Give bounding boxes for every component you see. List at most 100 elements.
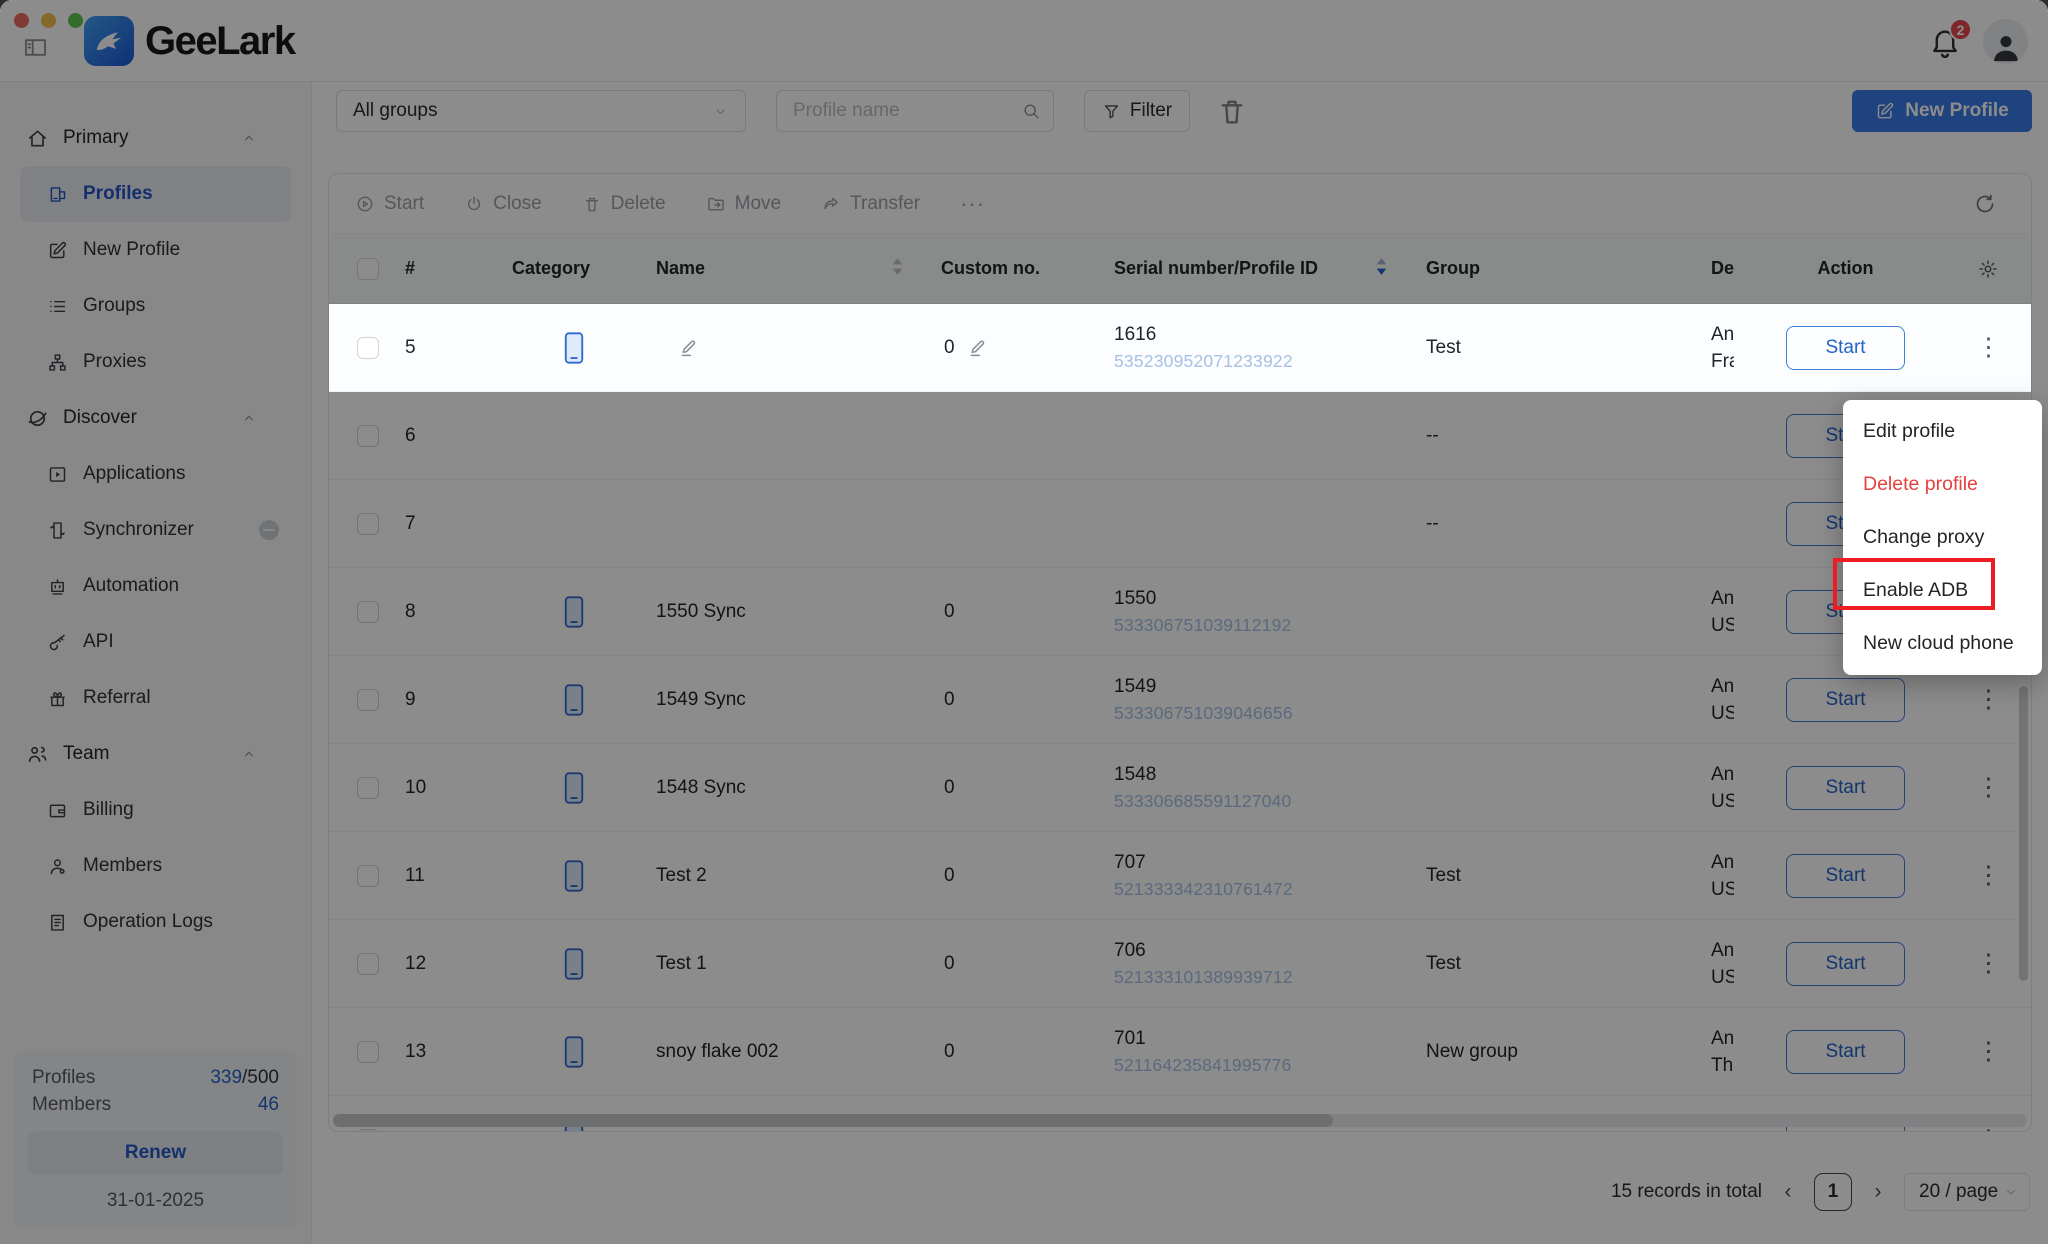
table-settings-gear-icon[interactable] <box>1977 258 1999 280</box>
sidebar-item-operation-logs[interactable]: Operation Logs <box>20 894 291 950</box>
table-row[interactable]: 12 Test 1 0 706521333101389939712 Test A… <box>329 920 2031 1008</box>
bulk-action-label: Delete <box>611 193 666 215</box>
start-button[interactable]: Start <box>1786 678 1905 722</box>
row-more-icon[interactable]: ⋮ <box>1976 1039 2001 1064</box>
sidebar-item-proxies[interactable]: Proxies <box>20 334 291 390</box>
table-row[interactable]: 5 0 1616535230952071233922 Test AnFra St… <box>329 304 2031 392</box>
menu-item-edit-profile[interactable]: Edit profile <box>1843 405 2042 458</box>
sidebar-item-automation[interactable]: Automation <box>20 558 291 614</box>
table-row[interactable]: 13 snoy flake 002 0 70152116423584199577… <box>329 1008 2031 1096</box>
table-row[interactable]: 7 -- Start ⋮ <box>329 480 2031 568</box>
profile-id: 521333101389939712 <box>1114 964 1293 991</box>
menu-item-change-proxy[interactable]: Change proxy <box>1843 511 2042 564</box>
cloud-phone-icon <box>563 683 585 717</box>
bulk-action-start[interactable]: Start <box>355 193 424 215</box>
table-row[interactable]: 10 1548 Sync 0 1548533306685591127040 An… <box>329 744 2031 832</box>
table-row[interactable]: 6 -- Start ⋮ <box>329 392 2031 480</box>
next-page-icon[interactable]: › <box>1869 1180 1887 1204</box>
row-more-icon[interactable]: ⋮ <box>1976 775 2001 800</box>
bulk-action-move[interactable]: Move <box>706 193 781 215</box>
table-row[interactable]: 8 1550 Sync 0 1550533306751039112192 AnU… <box>329 568 2031 656</box>
row-more-icon[interactable]: ⋮ <box>1976 863 2001 888</box>
row-checkbox[interactable] <box>357 1041 379 1063</box>
row-more-icon[interactable]: ⋮ <box>1976 335 2001 360</box>
sidebar-item-groups[interactable]: Groups <box>20 278 291 334</box>
notifications-bell-icon[interactable]: 2 <box>1928 26 1962 60</box>
row-checkbox[interactable] <box>357 865 379 887</box>
row-checkbox[interactable] <box>357 601 379 623</box>
profile-search-input[interactable] <box>793 100 1021 122</box>
row-checkbox[interactable] <box>357 1129 379 1133</box>
row-checkbox[interactable] <box>357 953 379 975</box>
bulk-action-delete[interactable]: Delete <box>582 193 666 215</box>
menu-item-enable-adb[interactable]: Enable ADB <box>1843 564 2042 617</box>
start-button[interactable]: Start <box>1786 766 1905 810</box>
column-number[interactable]: # <box>401 258 506 279</box>
filter-button[interactable]: Filter <box>1084 90 1190 132</box>
group-filter-select[interactable]: All groups <box>336 90 746 132</box>
start-button[interactable]: Start <box>1786 854 1905 898</box>
row-checkbox[interactable] <box>357 513 379 535</box>
current-page[interactable]: 1 <box>1814 1173 1852 1211</box>
device-info-clipped <box>1701 392 1734 479</box>
select-all-checkbox[interactable] <box>357 258 379 280</box>
new-profile-button[interactable]: New Profile <box>1852 90 2032 132</box>
sidebar-section-primary[interactable]: Primary <box>0 110 311 166</box>
column-name[interactable]: Name <box>641 256 926 282</box>
row-checkbox[interactable] <box>357 689 379 711</box>
edit-square-icon <box>1875 101 1895 121</box>
row-more-icon[interactable]: ⋮ <box>1976 951 2001 976</box>
sort-icon-active-desc[interactable] <box>1375 256 1388 282</box>
start-button[interactable]: Start <box>1786 942 1905 986</box>
menu-item-new-cloud-phone[interactable]: New cloud phone <box>1843 617 2042 670</box>
horizontal-scrollbar[interactable] <box>333 1114 2027 1127</box>
sidebar-item-label: New Profile <box>83 239 180 261</box>
start-button[interactable]: Start <box>1786 326 1905 370</box>
column-group[interactable]: Group <box>1406 258 1701 279</box>
start-button[interactable]: Start <box>1786 1030 1905 1074</box>
sidebar-item-profiles[interactable]: Profiles <box>20 166 291 222</box>
renew-button[interactable]: Renew <box>28 1131 283 1175</box>
bulk-more-icon[interactable]: ··· <box>960 191 985 217</box>
bulk-action-close[interactable]: Close <box>464 193 542 215</box>
sidebar-section-team[interactable]: Team <box>0 726 311 782</box>
close-button[interactable] <box>14 13 29 28</box>
sidebar-item-billing[interactable]: Billing <box>20 782 291 838</box>
page-size-select[interactable]: 20 / page <box>1904 1173 2030 1211</box>
user-avatar[interactable] <box>1983 19 2028 64</box>
menu-item-delete-profile[interactable]: Delete profile <box>1843 458 2042 511</box>
referral-icon <box>47 688 68 709</box>
row-checkbox[interactable] <box>357 337 379 359</box>
sidebar-section-discover[interactable]: Discover <box>0 390 311 446</box>
refresh-icon[interactable] <box>1973 192 1997 216</box>
row-more-icon[interactable]: ⋮ <box>1976 1127 2001 1132</box>
minimize-button[interactable] <box>41 13 56 28</box>
zoom-button[interactable] <box>68 13 83 28</box>
table-row[interactable]: 9 1549 Sync 0 1549533306751039046656 AnU… <box>329 656 2031 744</box>
edit-name-icon[interactable] <box>678 337 699 358</box>
horizontal-scrollbar-thumb[interactable] <box>333 1114 1333 1127</box>
column-serial[interactable]: Serial number/Profile ID <box>1096 256 1406 282</box>
sidebar-item-referral[interactable]: Referral <box>20 670 291 726</box>
sidebar-item-members[interactable]: Members <box>20 838 291 894</box>
sort-icon[interactable] <box>891 256 904 282</box>
synchronizer-icon <box>47 520 68 541</box>
sidebar-item-applications[interactable]: Applications <box>20 446 291 502</box>
sidebar-item-synchronizer[interactable]: Synchronizer <box>20 502 291 558</box>
sidebar-item-api[interactable]: API <box>20 614 291 670</box>
column-custom-no[interactable]: Custom no. <box>926 258 1096 279</box>
chevron-up-icon <box>241 410 257 426</box>
bulk-action-transfer[interactable]: Transfer <box>821 193 920 215</box>
table-row[interactable]: 11 Test 2 0 707521333342310761472 Test A… <box>329 832 2031 920</box>
sidebar-toggle-icon[interactable] <box>22 34 49 61</box>
clear-filter-icon[interactable] <box>1215 94 1249 128</box>
row-checkbox[interactable] <box>357 777 379 799</box>
row-checkbox[interactable] <box>357 425 379 447</box>
sidebar-item-new-profile[interactable]: New Profile <box>20 222 291 278</box>
vertical-scrollbar-thumb[interactable] <box>2019 686 2028 981</box>
row-more-icon[interactable]: ⋮ <box>1976 687 2001 712</box>
prev-page-icon[interactable]: ‹ <box>1779 1180 1797 1204</box>
main-content: All groups Filter New Profile Start Clos… <box>312 82 2048 1244</box>
column-category[interactable]: Category <box>506 258 641 279</box>
edit-custom-no-icon[interactable] <box>967 337 988 358</box>
